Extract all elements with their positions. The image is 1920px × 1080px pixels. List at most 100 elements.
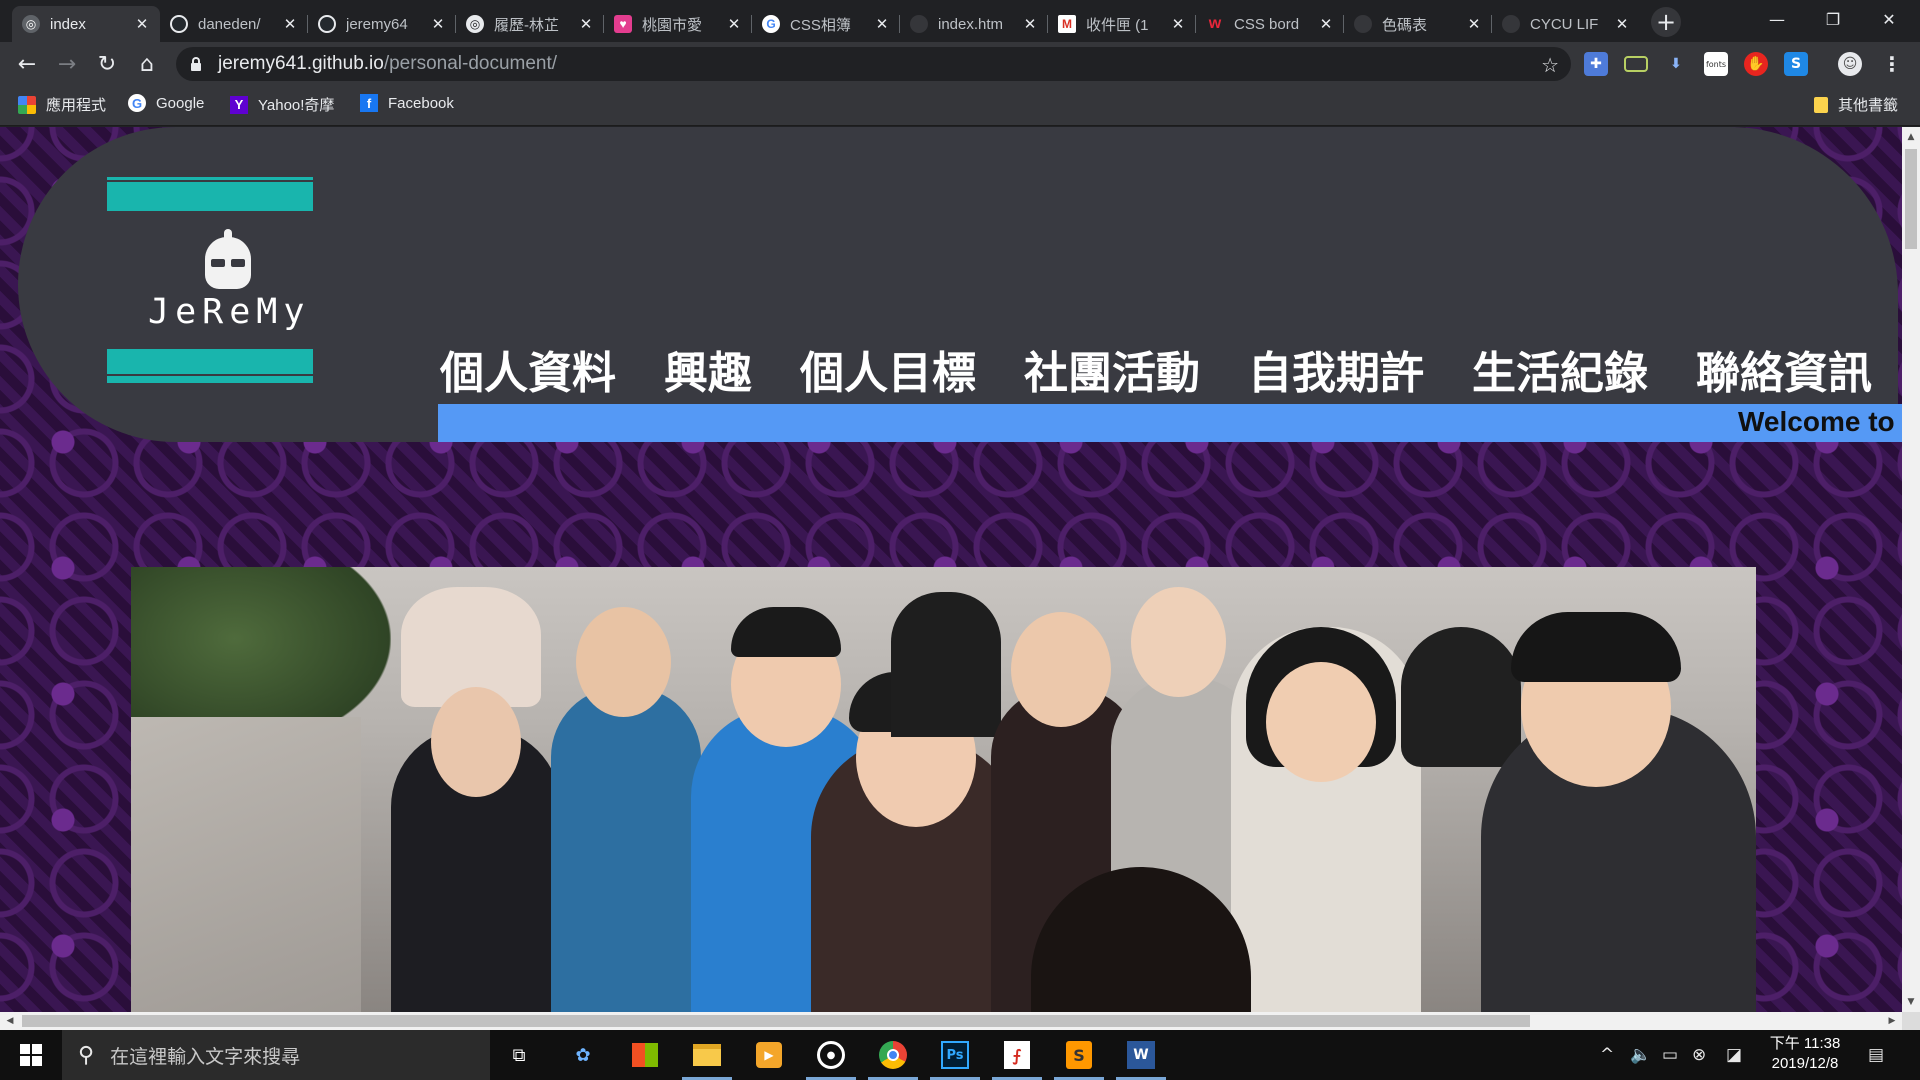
- start-button[interactable]: [0, 1030, 62, 1080]
- monitor-extension-icon[interactable]: [1624, 56, 1648, 72]
- lock-icon: [190, 57, 202, 71]
- paint-icon[interactable]: ✿: [564, 1038, 602, 1072]
- bookmark-yahoo[interactable]: Y Yahoo!奇摩: [230, 94, 334, 115]
- logo-bar-bottom: [107, 349, 313, 383]
- minimize-button[interactable]: —: [1750, 0, 1804, 38]
- close-icon[interactable]: ✕: [578, 15, 594, 33]
- chrome-icon[interactable]: [868, 1038, 918, 1080]
- word-icon[interactable]: W: [1116, 1038, 1166, 1080]
- scroll-right-icon[interactable]: ▶: [1884, 1012, 1900, 1030]
- taskbar-search[interactable]: ⚲ 在這裡輸入文字來搜尋: [62, 1030, 490, 1080]
- close-icon[interactable]: ✕: [1614, 15, 1630, 33]
- profile-avatar[interactable]: ☺: [1838, 52, 1862, 76]
- horizontal-scrollbar[interactable]: ◀ ▶: [0, 1012, 1902, 1030]
- nav-goals[interactable]: 個人目標: [800, 337, 976, 401]
- bookmark-label: Google: [156, 94, 205, 112]
- vertical-scroll-thumb[interactable]: [1905, 149, 1917, 249]
- clock-date: 2019/12/8: [1771, 1055, 1839, 1072]
- adblock-extension-icon[interactable]: ✋: [1744, 52, 1768, 76]
- bookmarks-bar: 應用程式 G Google Y Yahoo!奇摩 f Facebook 其他書籤: [0, 86, 1920, 126]
- helmet-logo-icon: [205, 229, 251, 289]
- ime-icon[interactable]: ◪: [1726, 1030, 1742, 1080]
- status-error-icon[interactable]: ⊗: [1692, 1030, 1706, 1080]
- forward-button[interactable]: →: [52, 49, 82, 79]
- download-extension-icon[interactable]: ⬇: [1664, 52, 1688, 76]
- scroll-down-icon[interactable]: ▼: [1902, 994, 1920, 1010]
- file-explorer-icon[interactable]: [682, 1038, 732, 1080]
- tab-label: 收件匣 (1: [1086, 16, 1149, 34]
- nav-self-expectation[interactable]: 自我期許: [1248, 337, 1424, 401]
- tab-jeremy64[interactable]: jeremy64 ✕: [308, 6, 456, 42]
- close-icon[interactable]: ✕: [134, 15, 150, 33]
- tab-label: CSS相簿: [790, 16, 851, 34]
- bookmark-label: Yahoo!奇摩: [258, 97, 335, 114]
- s-extension-icon[interactable]: S: [1784, 52, 1808, 76]
- globe-icon: [910, 15, 928, 33]
- acrobat-icon[interactable]: ⨍: [992, 1038, 1042, 1080]
- tab-label: 桃園市愛: [642, 16, 703, 34]
- puzzle-extension-icon[interactable]: ✚: [1584, 52, 1608, 76]
- close-icon[interactable]: ✕: [726, 15, 742, 33]
- media-player-icon[interactable]: ▶: [750, 1038, 788, 1072]
- close-icon[interactable]: ✕: [1318, 15, 1334, 33]
- bookmark-other-folder[interactable]: 其他書籤: [1814, 94, 1898, 115]
- logo-text[interactable]: JeReMy: [148, 292, 308, 332]
- taskbar-clock[interactable]: 下午 11:38 2019/12/8: [1765, 1034, 1845, 1074]
- tab-css-border[interactable]: w CSS bord ✕: [1196, 6, 1344, 42]
- folder-icon: [1814, 96, 1828, 113]
- close-icon[interactable]: ✕: [1170, 15, 1186, 33]
- github-icon: [318, 15, 336, 33]
- address-bar[interactable]: jeremy641.github.io/personal-document/ ☆: [176, 47, 1571, 81]
- scroll-left-icon[interactable]: ◀: [2, 1012, 18, 1030]
- bookmark-google[interactable]: G Google: [128, 94, 204, 112]
- nav-contact[interactable]: 聯絡資訊: [1696, 337, 1872, 401]
- globe-icon: [1502, 15, 1520, 33]
- tab-inbox[interactable]: M 收件匣 (1 ✕: [1048, 6, 1196, 42]
- new-tab-button[interactable]: +: [1651, 7, 1681, 37]
- home-button[interactable]: ⌂: [132, 49, 162, 79]
- tray-chevron-icon[interactable]: ^: [1600, 1030, 1614, 1080]
- bookmark-facebook[interactable]: f Facebook: [360, 94, 454, 112]
- close-icon[interactable]: ✕: [282, 15, 298, 33]
- scroll-up-icon[interactable]: ▲: [1902, 129, 1920, 145]
- back-button[interactable]: ←: [12, 49, 42, 79]
- browser-toolbar: ← → ↻ ⌂ jeremy641.github.io/personal-doc…: [0, 42, 1920, 86]
- tab-index[interactable]: ◎ index ✕: [12, 6, 160, 42]
- tab-daneden[interactable]: daneden/ ✕: [160, 6, 308, 42]
- tab-cycu[interactable]: CYCU LIF ✕: [1492, 6, 1640, 42]
- globe-icon: ◎: [466, 15, 484, 33]
- close-window-button[interactable]: ✕: [1862, 0, 1916, 38]
- horizontal-scroll-thumb[interactable]: [22, 1015, 1530, 1027]
- restore-button[interactable]: ❐: [1806, 0, 1860, 38]
- fonts-extension-icon[interactable]: fonts: [1704, 52, 1728, 76]
- tab-resume[interactable]: ◎ 履歷-林芷 ✕: [456, 6, 604, 42]
- tab-label: daneden/: [198, 15, 261, 33]
- reload-button[interactable]: ↻: [92, 49, 122, 79]
- network-icon[interactable]: ▭: [1662, 1030, 1678, 1080]
- close-icon[interactable]: ✕: [1466, 15, 1482, 33]
- tab-index-html[interactable]: index.htm ✕: [900, 6, 1048, 42]
- sublime-icon[interactable]: S: [1054, 1038, 1104, 1080]
- globe-icon: [1354, 15, 1372, 33]
- menu-kebab-icon[interactable]: ⋮: [1880, 52, 1904, 76]
- nav-interests[interactable]: 興趣: [664, 337, 752, 401]
- store-icon[interactable]: [626, 1038, 664, 1072]
- bookmark-apps[interactable]: 應用程式: [18, 94, 106, 115]
- groove-icon[interactable]: ●: [806, 1038, 856, 1080]
- nav-profile[interactable]: 個人資料: [440, 337, 616, 401]
- vertical-scrollbar[interactable]: ▲ ▼: [1902, 127, 1920, 1012]
- tab-taoyuan[interactable]: ♥ 桃園市愛 ✕: [604, 6, 752, 42]
- photoshop-icon[interactable]: Ps: [930, 1038, 980, 1080]
- bookmark-star-icon[interactable]: ☆: [1541, 53, 1559, 78]
- task-view-icon[interactable]: ⧉: [500, 1038, 538, 1072]
- tab-color-table[interactable]: 色碼表 ✕: [1344, 6, 1492, 42]
- notification-center-icon[interactable]: ▤: [1868, 1030, 1884, 1080]
- tab-label: CSS bord: [1234, 15, 1300, 33]
- nav-club-activities[interactable]: 社團活動: [1024, 337, 1200, 401]
- tab-css-album[interactable]: G CSS相簿 ✕: [752, 6, 900, 42]
- close-icon[interactable]: ✕: [1022, 15, 1038, 33]
- volume-icon[interactable]: 🔈: [1630, 1030, 1651, 1080]
- close-icon[interactable]: ✕: [430, 15, 446, 33]
- nav-life-records[interactable]: 生活紀錄: [1472, 337, 1648, 401]
- close-icon[interactable]: ✕: [874, 15, 890, 33]
